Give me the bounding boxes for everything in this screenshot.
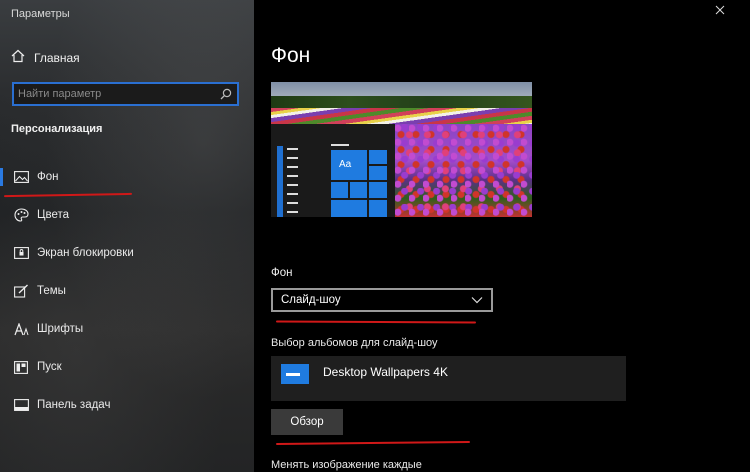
sidebar-item-start[interactable]: Пуск <box>0 356 254 378</box>
close-icon <box>715 2 725 20</box>
red-underline-annotation <box>3 192 133 198</box>
window-title: Параметры <box>11 8 70 20</box>
folder-icon <box>281 364 309 384</box>
dropdown-value: Слайд-шоу <box>281 294 341 306</box>
sidebar-item-colors[interactable]: Цвета <box>0 204 254 226</box>
home-icon <box>11 49 25 68</box>
palette-icon <box>11 207 31 223</box>
slideshow-albums-label: Выбор альбомов для слайд-шоу <box>271 337 438 349</box>
sidebar-item-label: Темы <box>37 285 66 297</box>
background-preview: Aa <box>271 82 532 217</box>
sidebar-item-label: Экран блокировки <box>37 247 134 259</box>
change-interval-label: Менять изображение каждые <box>271 459 422 471</box>
sidebar-item-label: Пуск <box>37 361 62 373</box>
preview-start-menu-mock: Aa <box>271 124 395 217</box>
mock-tile <box>369 200 387 217</box>
picture-icon <box>11 169 31 185</box>
taskbar-icon <box>11 397 31 413</box>
red-underline-annotation <box>275 440 471 446</box>
close-button[interactable] <box>710 3 730 19</box>
brush-icon <box>11 283 31 299</box>
sidebar-item-themes[interactable]: Темы <box>0 280 254 302</box>
album-name: Desktop Wallpapers 4K <box>323 365 448 379</box>
search-box[interactable] <box>12 82 239 106</box>
sidebar-item-fonts[interactable]: Шрифты <box>0 318 254 340</box>
mock-tile <box>369 166 387 180</box>
mock-tile <box>331 182 348 198</box>
sidebar-item-taskbar[interactable]: Панель задач <box>0 394 254 416</box>
main-content: Фон Aa Фон Слайд-шоу Выбор альбомов для … <box>254 0 750 472</box>
search-input[interactable] <box>14 84 215 104</box>
mock-tile-large: Aa <box>331 150 367 180</box>
sidebar-item-background[interactable]: Фон <box>0 166 254 188</box>
mock-tile <box>369 150 387 164</box>
sidebar: Параметры Главная Персонализация Фон Цве… <box>0 0 254 472</box>
home-label: Главная <box>34 51 80 65</box>
start-icon <box>11 359 31 375</box>
preview-flowers <box>395 124 532 217</box>
browse-button[interactable]: Обзор <box>271 409 343 435</box>
mock-tile <box>331 200 367 217</box>
sidebar-item-label: Шрифты <box>37 323 84 335</box>
chevron-down-icon <box>471 291 483 309</box>
home-link[interactable]: Главная <box>11 49 80 67</box>
page-title: Фон <box>271 44 311 67</box>
sidebar-item-label: Цвета <box>37 209 70 221</box>
background-type-dropdown[interactable]: Слайд-шоу <box>271 288 493 312</box>
section-title: Персонализация <box>11 123 103 135</box>
sidebar-item-lock-screen[interactable]: Экран блокировки <box>0 242 254 264</box>
album-item[interactable]: Desktop Wallpapers 4K <box>271 356 626 401</box>
search-icon[interactable] <box>215 84 237 104</box>
mock-tile <box>350 182 367 198</box>
red-underline-annotation <box>275 320 477 324</box>
mock-taskbar <box>277 146 283 217</box>
mock-tile <box>369 182 387 198</box>
mock-menu-lines <box>287 148 298 217</box>
font-icon <box>11 321 31 337</box>
lock-screen-icon <box>11 245 31 261</box>
background-type-label: Фон <box>271 267 293 279</box>
sidebar-item-label: Панель задач <box>37 399 111 411</box>
mock-header-line <box>331 144 349 146</box>
sidebar-item-label: Фон <box>37 171 59 183</box>
